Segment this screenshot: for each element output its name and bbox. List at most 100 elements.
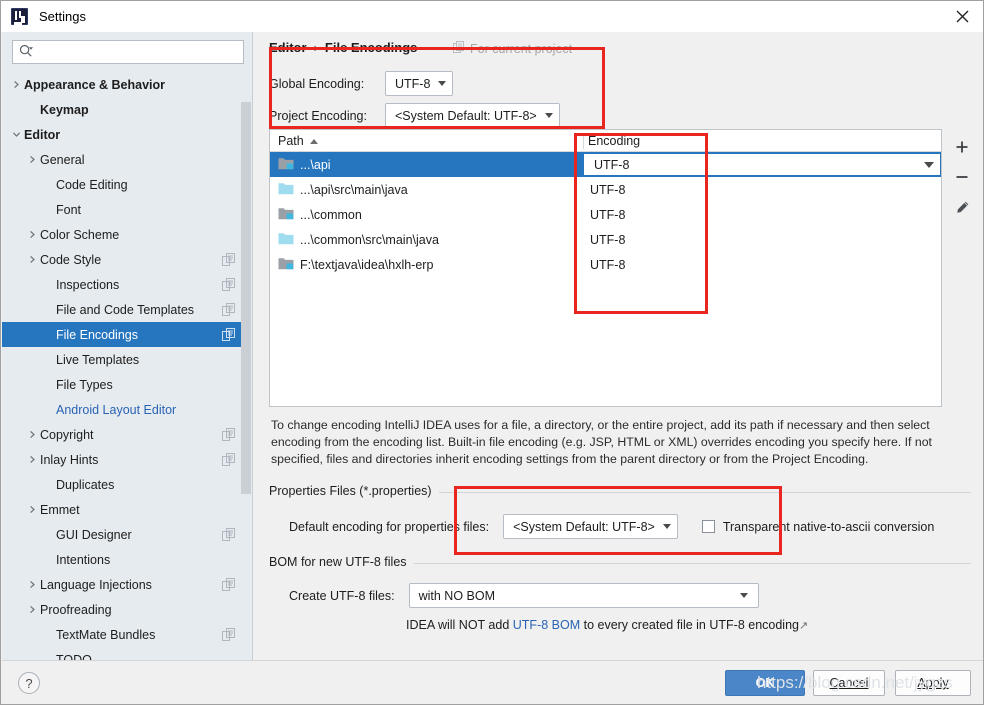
sidebar-item-duplicates[interactable]: Duplicates (2, 472, 253, 497)
column-header-encoding-label: Encoding (588, 134, 641, 148)
sidebar-item-label: Color Scheme (40, 227, 120, 242)
table-cell-encoding: UTF-8 (590, 182, 626, 197)
scope-copy-icon (222, 628, 235, 644)
table-row[interactable]: F:\textjava\idea\hxlh-erp UTF-8 (270, 252, 941, 277)
for-current-project-text: For current project (470, 41, 573, 56)
scope-copy-icon (222, 428, 235, 444)
sidebar-item-language-injections[interactable]: Language Injections (2, 572, 253, 597)
sidebar-scrollbar-thumb[interactable] (241, 102, 251, 494)
table-row[interactable]: ...\common\src\main\java UTF-8 (270, 227, 941, 252)
column-header-encoding[interactable]: Encoding (588, 130, 640, 152)
table-row[interactable]: ...\api UTF-8 (270, 152, 941, 177)
chevron-down-icon (544, 113, 553, 118)
transparent-native-to-ascii-checkbox[interactable] (701, 520, 715, 533)
sidebar-item-color-scheme[interactable]: Color Scheme (2, 222, 253, 247)
properties-encoding-dropdown[interactable]: <System Default: UTF-8> (503, 514, 678, 539)
window-title: Settings (39, 9, 86, 24)
sidebar-item-file-encodings[interactable]: File Encodings (2, 322, 253, 347)
watermark: https://blog.csdn.net/jygzs (757, 673, 953, 692)
add-path-button[interactable] (949, 134, 975, 160)
sidebar-item-label: File and Code Templates (56, 302, 195, 317)
scope-copy-icon (222, 528, 235, 544)
chevron-right-icon[interactable] (24, 247, 40, 272)
sidebar-item-proofreading[interactable]: Proofreading (2, 597, 253, 622)
table-cell-path: ...\common\src\main\java (300, 232, 439, 247)
sidebar-item-emmet[interactable]: Emmet (2, 497, 253, 522)
create-utf8-value: with NO BOM (418, 588, 495, 603)
table-cell-path: F:\textjava\idea\hxlh-erp (300, 257, 434, 272)
scope-copy-icon (453, 41, 465, 56)
breadcrumb-separator-icon: › (313, 40, 318, 55)
table-toolbar (944, 129, 980, 407)
table-row[interactable]: ...\api\src\main\java UTF-8 (270, 177, 941, 202)
close-icon[interactable] (940, 1, 983, 32)
create-utf8-row: Create UTF-8 files: with NO BOM (289, 583, 759, 608)
sidebar-item-textmate-bundles[interactable]: TextMate Bundles (2, 622, 253, 647)
sidebar-item-copyright[interactable]: Copyright (2, 422, 253, 447)
global-encoding-dropdown[interactable]: UTF-8 (385, 71, 454, 96)
column-divider[interactable] (583, 133, 584, 149)
edit-path-button[interactable] (949, 194, 975, 220)
column-header-path[interactable]: Path (278, 130, 318, 152)
create-utf8-dropdown[interactable]: with NO BOM (408, 583, 759, 608)
sidebar-item-label: Duplicates (56, 477, 115, 492)
sidebar-item-code-editing[interactable]: Code Editing (2, 172, 253, 197)
sidebar-item-keymap[interactable]: Keymap (2, 97, 253, 122)
chevron-down-icon[interactable] (8, 122, 24, 147)
table-cell-encoding: UTF-8 (590, 257, 626, 272)
sidebar-item-android-layout-editor[interactable]: Android Layout Editor (2, 397, 253, 422)
encodings-description: To change encoding IntelliJ IDEA uses fo… (271, 418, 932, 466)
sidebar-item-label: Code Editing (56, 177, 128, 192)
help-button[interactable]: ? (18, 672, 40, 694)
sidebar-item-inspections[interactable]: Inspections (2, 272, 253, 297)
external-link-icon: ↗ (798, 620, 809, 632)
chevron-right-icon[interactable] (24, 222, 40, 247)
sidebar-item-intentions[interactable]: Intentions (2, 547, 253, 572)
sidebar-item-file-and-code-templates[interactable]: File and Code Templates (2, 297, 253, 322)
breadcrumb-root[interactable]: Editor (269, 40, 307, 55)
settings-dialog: Settings Appearance & Behavior Keymap Edit… (0, 0, 984, 705)
sidebar-item-label: Language Injections (40, 577, 152, 592)
utf8-bom-link[interactable]: UTF-8 BOM (513, 618, 580, 632)
remove-path-button[interactable] (949, 164, 975, 190)
module-folder-icon (278, 206, 294, 223)
sidebar-item-font[interactable]: Font (2, 197, 253, 222)
sidebar-item-label: Proofreading (40, 602, 112, 617)
sidebar-item-appearance-behavior[interactable]: Appearance & Behavior (2, 72, 253, 97)
project-encoding-dropdown[interactable]: <System Default: UTF-8> (385, 103, 560, 128)
sidebar-item-gui-designer[interactable]: GUI Designer (2, 522, 253, 547)
sidebar-item-label: Copyright (40, 427, 94, 442)
chevron-right-icon[interactable] (24, 597, 40, 622)
encoding-cell-editor[interactable]: UTF-8 (583, 153, 941, 176)
search-box[interactable] (12, 40, 244, 64)
chevron-right-icon[interactable] (24, 572, 40, 597)
chevron-right-icon[interactable] (24, 422, 40, 447)
search-input[interactable] (37, 44, 233, 60)
chevron-right-icon[interactable] (8, 72, 24, 97)
sidebar-item-file-types[interactable]: File Types (2, 372, 253, 397)
sidebar-item-inlay-hints[interactable]: Inlay Hints (2, 447, 253, 472)
properties-encoding-row: Default encoding for properties files: <… (289, 514, 934, 539)
table-row[interactable]: ...\common UTF-8 (270, 202, 941, 227)
chevron-down-icon (662, 524, 671, 529)
sidebar-item-editor[interactable]: Editor (2, 122, 253, 147)
sidebar-item-general[interactable]: General (2, 147, 253, 172)
sidebar-item-todo[interactable]: TODO (2, 647, 253, 661)
sidebar-scrollbar[interactable] (241, 72, 252, 660)
table-header-row: Path Encoding (270, 130, 941, 152)
chevron-right-icon[interactable] (24, 497, 40, 522)
sidebar-item-label: Keymap (40, 102, 89, 117)
chevron-right-icon[interactable] (24, 447, 40, 472)
sidebar-item-label: General (40, 152, 85, 167)
sidebar-item-label: Android Layout Editor (56, 402, 177, 417)
intellij-idea-logo-icon (11, 8, 28, 25)
sidebar-item-live-templates[interactable]: Live Templates (2, 347, 253, 372)
chevron-down-icon (739, 593, 748, 598)
sidebar-item-label: Intentions (56, 552, 111, 567)
sidebar-item-code-style[interactable]: Code Style (2, 247, 253, 272)
chevron-right-icon[interactable] (24, 147, 40, 172)
